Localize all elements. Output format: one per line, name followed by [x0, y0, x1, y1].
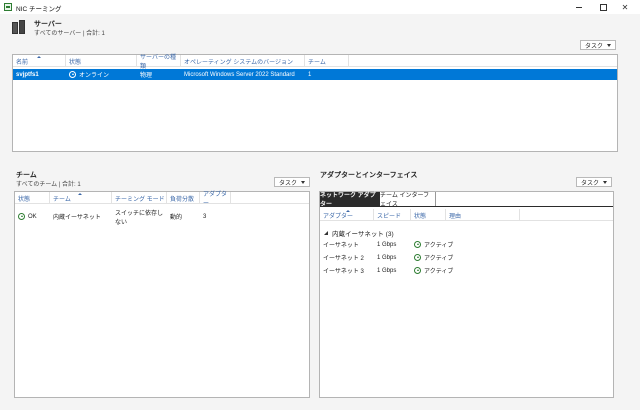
sort-ascending-icon — [78, 193, 82, 195]
server-status: オンライン — [79, 73, 110, 79]
column-header-status[interactable]: 状態 — [66, 55, 137, 67]
server-status-cell: オンライン — [66, 69, 137, 80]
server-teams: 1 — [308, 71, 312, 78]
servers-panel: 名前 状態 サーバーの種類 オペレーティング システムのバージョン チーム sv… — [12, 54, 618, 152]
close-button[interactable]: ✕ — [614, 0, 636, 14]
server-icon — [12, 20, 30, 34]
column-header-adapters[interactable]: アダプター — [200, 192, 231, 207]
sort-ascending-icon — [346, 210, 350, 212]
online-status-icon — [69, 71, 76, 78]
adapter-group-label: 内蔵イーサネット (3) — [332, 231, 394, 238]
collapse-triangle-icon[interactable] — [324, 231, 328, 235]
teams-subtitle: すべてのチーム | 合計: 1 — [16, 182, 81, 188]
server-row-selected[interactable]: svjptfs1 オンライン 物理 Microsoft Windows Serv… — [13, 69, 617, 80]
adapters-panel: ネットワーク アダプター チーム インターフェイス アダプター スピード 状態 … — [319, 191, 614, 398]
adapter-status-cell: アクティブ — [411, 265, 466, 276]
sort-ascending-icon — [37, 56, 41, 58]
adapters-title: アダプターとインターフェイス — [320, 172, 418, 179]
column-header-load-balancing[interactable]: 負荷分散 — [167, 192, 200, 204]
servers-tasks-button[interactable]: タスク — [580, 40, 617, 50]
column-header-adapter-status[interactable]: 状態 — [411, 209, 446, 221]
teams-header-row: 状態 チーム チーミング モード 負荷分散 アダプター — [15, 192, 309, 207]
title-bar: NIC チーミング ✕ — [0, 0, 640, 14]
chevron-down-icon — [301, 180, 306, 184]
adapter-status: アクティブ — [424, 243, 454, 249]
tab-divider — [320, 206, 613, 207]
column-header-teams[interactable]: チーム — [305, 55, 349, 67]
team-adapters: 3 — [203, 213, 207, 220]
servers-header-row: 名前 状態 サーバーの種類 オペレーティング システムのバージョン チーム — [13, 55, 617, 70]
teams-tasks-label: タスク — [279, 180, 298, 187]
column-header-name[interactable]: 名前 — [13, 55, 66, 67]
adapter-status: アクティブ — [424, 256, 454, 262]
teams-panel: 状態 チーム チーミング モード 負荷分散 アダプター OK 内蔵イーサネット … — [14, 191, 310, 398]
adapters-tasks-button[interactable]: タスク — [576, 177, 613, 187]
server-name: svjptfs1 — [16, 71, 39, 78]
adapter-row[interactable]: イーサネット 2 1 Gbps アクティブ — [320, 252, 613, 263]
adapter-row[interactable]: イーサネット 3 1 Gbps アクティブ — [320, 265, 613, 276]
column-header-speed[interactable]: スピード — [374, 209, 411, 221]
adapter-group-header[interactable]: 内蔵イーサネット (3) — [324, 228, 394, 238]
active-status-icon — [414, 241, 421, 248]
column-header-teaming-mode[interactable]: チーミング モード — [112, 192, 167, 204]
column-header-reason[interactable]: 理由 — [446, 209, 520, 221]
active-status-icon — [414, 254, 421, 261]
column-header-server-type[interactable]: サーバーの種類 — [137, 55, 181, 70]
team-name: 内蔵イーサネット — [53, 215, 101, 221]
nic-teaming-app-icon — [4, 3, 12, 11]
adapter-name: イーサネット 3 — [323, 269, 364, 275]
team-status-cell: OK — [15, 211, 50, 222]
adapter-speed: 1 Gbps — [377, 241, 397, 248]
adapter-name: イーサネット 2 — [323, 256, 364, 262]
servers-subtitle: すべてのサーバー | 合計: 1 — [34, 31, 105, 37]
chevron-down-icon — [607, 43, 612, 47]
tab-network-adapters[interactable]: ネットワーク アダプター — [320, 192, 380, 208]
column-header-os-version[interactable]: オペレーティング システムのバージョン — [181, 55, 305, 67]
adapter-speed: 1 Gbps — [377, 254, 397, 261]
adapter-speed: 1 Gbps — [377, 267, 397, 274]
team-load-balancing: 動的 — [170, 215, 183, 221]
ok-status-icon — [18, 213, 25, 220]
tab-team-interfaces[interactable]: チーム インターフェイス — [380, 192, 436, 208]
column-header-team[interactable]: チーム — [50, 192, 112, 204]
adapter-name: イーサネット — [323, 243, 359, 249]
adapter-status-cell: アクティブ — [411, 239, 466, 250]
adapters-header-row: アダプター スピード 状態 理由 — [320, 209, 613, 221]
teams-tasks-button[interactable]: タスク — [274, 177, 311, 187]
window-title: NIC チーミング — [16, 6, 62, 13]
team-status: OK — [28, 213, 37, 220]
team-row[interactable]: OK 内蔵イーサネット スイッチに依存しない 動的 3 — [15, 210, 309, 226]
adapter-status: アクティブ — [424, 269, 454, 275]
chevron-down-icon — [603, 180, 608, 184]
server-os: Microsoft Windows Server 2022 Standard — [184, 71, 295, 78]
server-type: 物理 — [140, 73, 153, 79]
servers-tasks-label: タスク — [585, 43, 604, 50]
active-status-icon — [414, 267, 421, 274]
column-header-adapter[interactable]: アダプター — [320, 209, 374, 221]
minimize-button[interactable] — [568, 0, 590, 14]
maximize-button[interactable] — [592, 0, 614, 14]
team-mode: スイッチに依存しない — [115, 210, 164, 226]
adapter-status-cell: アクティブ — [411, 252, 466, 263]
column-header-team-status[interactable]: 状態 — [15, 192, 50, 204]
adapters-tasks-label: タスク — [581, 180, 600, 187]
adapter-row[interactable]: イーサネット 1 Gbps アクティブ — [320, 239, 613, 250]
